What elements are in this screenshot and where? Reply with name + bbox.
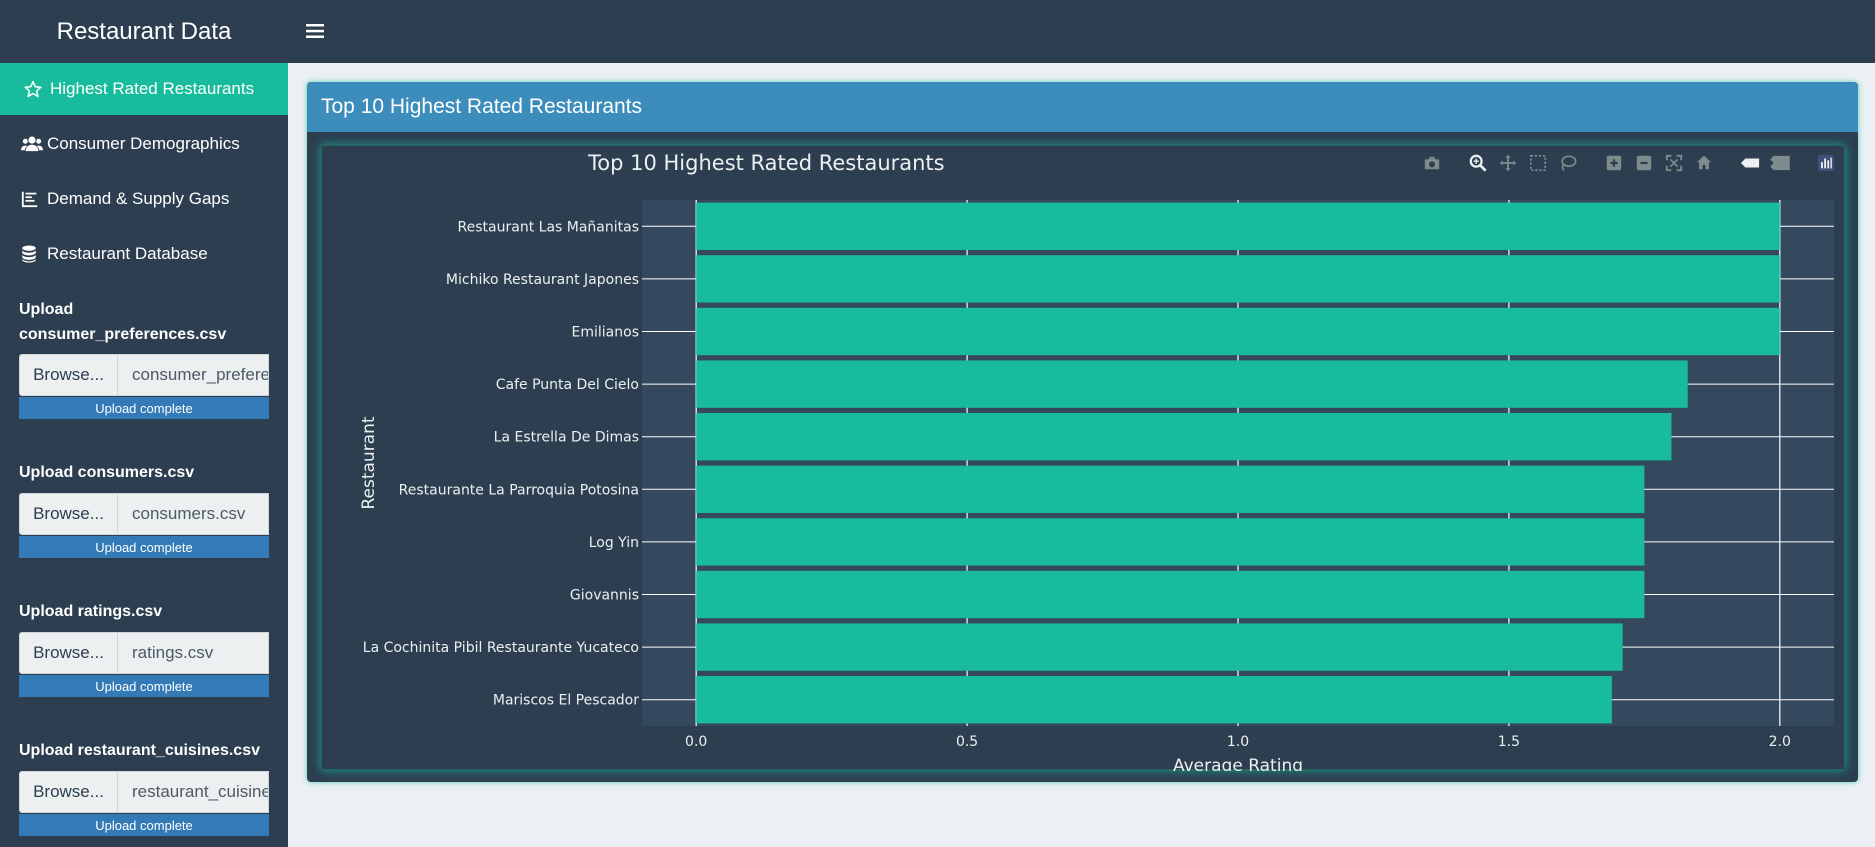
sidebar-item-demand-supply[interactable]: Demand & Supply Gaps — [0, 173, 288, 225]
upload-label: Upload consumer_preferences.csv — [19, 301, 227, 343]
upload-progress-bar: Upload complete — [19, 397, 269, 419]
box-title: Top 10 Highest Rated Restaurants — [307, 82, 1858, 132]
y-tick-label: Restaurant Las Mañanitas — [458, 219, 639, 235]
zoom-in-icon[interactable] — [1602, 152, 1626, 174]
file-name-field[interactable]: restaurant_cuisines.csv — [118, 771, 269, 813]
zoom-out-icon[interactable] — [1632, 152, 1656, 174]
sidebar-item-label: Demand & Supply Gaps — [47, 189, 230, 208]
hamburger-icon[interactable] — [300, 16, 330, 46]
chart-title: Top 10 Highest Rated Restaurants — [587, 151, 945, 175]
upload-progress-bar: Upload complete — [19, 675, 269, 697]
bar — [696, 465, 1645, 513]
x-tick-label: 2.0 — [1769, 734, 1791, 750]
y-tick-label: Giovannis — [570, 588, 639, 604]
file-input[interactable]: Browse... consumer_preferences.csv — [19, 354, 269, 396]
browse-button[interactable]: Browse... — [19, 354, 118, 396]
app-title: Restaurant Data — [56, 17, 232, 45]
bar — [696, 413, 1672, 461]
sidebar: Highest Rated Restaurants Consumer Demog… — [0, 63, 288, 847]
sidebar-item-label: Restaurant Database — [47, 244, 208, 263]
file-input[interactable]: Browse... restaurant_cuisines.csv — [19, 771, 269, 813]
bar — [696, 570, 1645, 619]
bar — [696, 623, 1623, 671]
autoscale-icon[interactable] — [1662, 152, 1686, 174]
x-tick-label: 1.0 — [1227, 734, 1249, 750]
upload-progress-bar: Upload complete — [19, 814, 269, 836]
sidebar-item-consumer-demographics[interactable]: Consumer Demographics — [0, 118, 288, 170]
users-icon — [21, 134, 43, 154]
browse-button[interactable]: Browse... — [19, 493, 118, 535]
plot-container[interactable]: 0.0 0.5 1.0 1.5 2.0 Restaurant Las Mañanitas M… — [321, 145, 1845, 776]
y-axis-title: Restaurant — [359, 416, 379, 509]
sidebar-item-label: Highest Rated Restaurants — [50, 79, 255, 98]
upload-label: Upload ratings.csv — [19, 603, 163, 620]
file-name-field[interactable]: ratings.csv — [118, 632, 269, 674]
y-tick-label: Mariscos El Pescador — [493, 693, 639, 709]
sidebar-item-restaurant-database[interactable]: Restaurant Database — [0, 228, 288, 280]
bar — [696, 676, 1612, 724]
sidebar-item-highest-rated[interactable]: Highest Rated Restaurants — [0, 63, 288, 115]
box-select-icon[interactable] — [1526, 152, 1550, 174]
camera-icon[interactable] — [1420, 152, 1444, 174]
x-tick-label: 1.5 — [1498, 734, 1520, 750]
star-icon — [24, 79, 46, 99]
lasso-icon[interactable] — [1556, 152, 1580, 174]
bar — [696, 518, 1645, 566]
file-input[interactable]: Browse... ratings.csv — [19, 632, 269, 674]
x-axis-title: Average Rating — [1173, 756, 1303, 771]
y-tick-label: La Cochinita Pibil Restaurante Yucateco — [363, 640, 639, 656]
spike-lines-icon[interactable] — [1738, 152, 1762, 174]
y-tick-label: Log Yin — [589, 535, 639, 551]
file-name-field[interactable]: consumer_preferences.csv — [118, 354, 269, 396]
y-tick-label: Michiko Restaurant Japones — [446, 272, 639, 288]
chart-icon — [21, 189, 43, 209]
bar — [696, 307, 1780, 356]
upload-label: Upload restaurant_cuisines.csv — [19, 742, 260, 759]
upload-label: Upload consumers.csv — [19, 464, 195, 481]
pan-icon[interactable] — [1496, 152, 1520, 174]
y-tick-label: Cafe Punta Del Cielo — [496, 377, 639, 393]
browse-button[interactable]: Browse... — [19, 632, 118, 674]
browse-button[interactable]: Browse... — [19, 771, 118, 813]
zoom-icon[interactable] — [1466, 152, 1490, 174]
bar — [696, 360, 1688, 408]
x-tick-label: 0.5 — [956, 734, 978, 750]
top-header: Restaurant Data — [0, 0, 1875, 63]
bar — [696, 202, 1780, 250]
y-tick-label: La Estrella De Dimas — [494, 430, 639, 446]
chart-box: Top 10 Highest Rated Restaurants 0.0 0.5 1… — [307, 82, 1858, 782]
bar-chart: 0.0 0.5 1.0 1.5 2.0 Restaurant Las Mañanitas M… — [359, 151, 1834, 776]
plot-modebar — [1420, 152, 1838, 174]
y-tick-label: Restaurante La Parroquia Potosina — [399, 482, 639, 498]
file-input[interactable]: Browse... consumers.csv — [19, 493, 269, 535]
file-name-field[interactable]: consumers.csv — [118, 493, 269, 535]
y-tick-label: Emilianos — [572, 325, 639, 341]
bar — [696, 255, 1780, 303]
plotly-logo-icon[interactable] — [1814, 152, 1838, 174]
upload-progress-bar: Upload complete — [19, 536, 269, 558]
x-tick-label: 0.0 — [685, 734, 707, 750]
compare-hover-icon[interactable] — [1768, 152, 1792, 174]
sidebar-item-label: Consumer Demographics — [47, 134, 240, 153]
database-icon — [21, 244, 43, 264]
home-icon[interactable] — [1692, 152, 1716, 174]
